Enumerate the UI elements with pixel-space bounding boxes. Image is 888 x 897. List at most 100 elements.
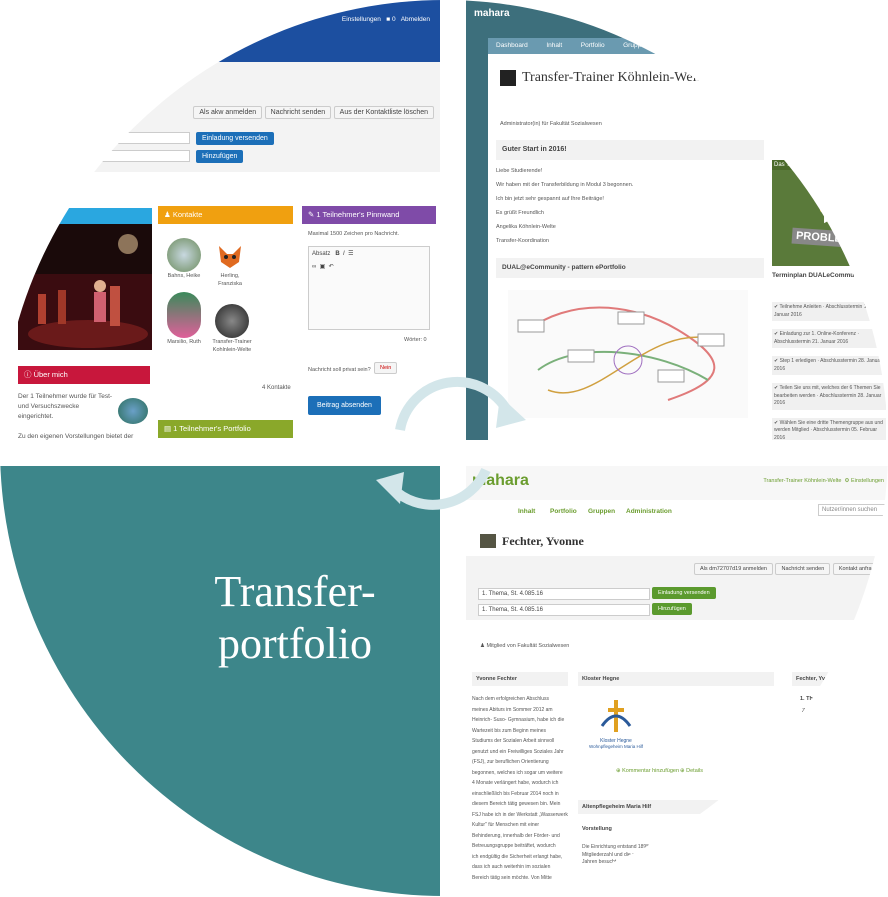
profile-screenshot-top-left: Einstellungen ■ 0 Abmelden Als akw anmel… <box>0 0 440 440</box>
undo-icon[interactable]: ↶ <box>329 264 334 270</box>
invite-button[interactable]: Einladung versenden <box>196 132 274 145</box>
post-body: Liebe Studierende! Wir haben mit der Tra… <box>496 168 634 244</box>
image-icon[interactable]: ▣ <box>320 264 326 270</box>
user-link[interactable]: Transfer-Trainer Köhnlein-Welte <box>763 478 841 484</box>
user-name: Fechter, Yvonne <box>502 534 584 548</box>
dashboard-screenshot-top-right: mahara Dashboard Inhalt Portfolio Gruppe… <box>466 0 888 440</box>
nav-dashboard[interactable]: Dashboard <box>488 38 536 53</box>
group-select-2[interactable]: 1. Thema, St. 4.085.16 <box>478 604 650 616</box>
add-button[interactable]: Hinzufügen <box>652 603 692 615</box>
details-link[interactable]: ⊕ Details <box>680 768 703 774</box>
list-icon[interactable]: ☰ <box>348 251 353 257</box>
pinwall-editor[interactable]: Absatz B I ☰ ∞ ▣ ↶ <box>308 246 430 330</box>
fox-avatar <box>213 238 247 272</box>
title-line-2: portfolio <box>218 619 372 668</box>
video-title: n Einer <box>32 230 55 237</box>
nav-portfolio[interactable]: Portfolio <box>550 508 577 515</box>
add-button[interactable]: Hinzufügen <box>196 150 244 163</box>
title-line-1: Transfer- <box>214 567 376 616</box>
col3-title: Fechter, Yvonne' <box>792 672 888 686</box>
private-label: Nachricht soll privat sein? <box>308 367 371 373</box>
post-button[interactable]: Beitrag absenden <box>308 396 381 415</box>
col3-item[interactable]: 1. Thema, St. <box>800 696 834 702</box>
group-select-1[interactable] <box>60 132 190 144</box>
col2-subheading: Vorstellung <box>582 826 612 832</box>
video-player[interactable]: n Einer <box>18 224 152 350</box>
play-icon[interactable]: ▶ <box>824 214 831 225</box>
pinwall-bar: ✎ 1 Teilnehmer's Pinnwand <box>302 206 436 224</box>
person-figure <box>820 182 840 212</box>
contact-item[interactable]: Marsilio, Ruth <box>164 292 204 346</box>
send-message-button[interactable]: Nachricht senden <box>264 106 332 119</box>
settings-link[interactable]: Einstellungen <box>342 16 381 23</box>
nav-groups[interactable]: Gruppen <box>615 38 656 53</box>
bold-icon[interactable]: B <box>335 251 339 257</box>
avatar <box>215 304 249 338</box>
avatar <box>167 292 201 338</box>
request-contact-button[interactable]: Kontakt anfragen <box>832 563 887 575</box>
italic-icon[interactable]: I <box>343 251 345 257</box>
login-as-button[interactable]: Als dm72707d19 anmelden <box>694 563 773 575</box>
settings-link[interactable]: Einstellungen <box>851 478 884 484</box>
about-text: Der 1 Teilnehmer wurde für Test- und Ver… <box>18 393 113 420</box>
schedule-item[interactable]: ✔ Teilnehme Anleiten · Abschlusstermin 1… <box>772 302 886 321</box>
title-quadrant: Transfer- portfolio <box>0 466 440 897</box>
contacts-grid: Bahns, Heike Herling, Franziska Marsilio… <box>162 236 292 376</box>
dashboard-body: Transfer-Trainer Köhnlein-Welte Administ… <box>488 54 888 440</box>
user-search-input[interactable]: Nutzer/innen suchen <box>818 504 888 516</box>
schedule-item[interactable]: ✔ Einladung zur 1. Online-Konferenz · Ab… <box>772 329 886 348</box>
external-video[interactable]: Das Transferportfolio ▶ PROBLEME <box>772 160 888 266</box>
col2-subtitle: Altenpflegeheim Maria Hilf <box>578 800 774 814</box>
schedule-item[interactable]: ✔ Wählen Sie eine dritte Themengruppe au… <box>772 417 886 440</box>
comment-link[interactable]: ⊕ Kommentar hinzufügen <box>616 768 679 774</box>
nav-portfolio[interactable]: Portfolio <box>573 38 613 53</box>
user-avatar <box>500 70 516 86</box>
check-icon: ✔ <box>802 729 808 736</box>
action-panel: Als dm72707d19 anmelden Nachricht senden… <box>466 556 888 620</box>
header-bar: Einstellungen ■ 0 Abmelden <box>0 0 440 62</box>
page-title: Transfer-Trainer Köhnlein-Welte <box>522 70 707 85</box>
contact-item[interactable]: Transfer-Trainer Kohlnlein-Welte <box>210 304 254 355</box>
nav-administration[interactable]: Administration <box>626 508 672 515</box>
logout-link[interactable]: Abmelden <box>401 16 430 23</box>
invite-button[interactable]: Einladung versenden <box>652 587 716 599</box>
main-nav: Inhalt Portfolio Gruppen Administration … <box>466 504 888 520</box>
video-side-title: Externes Video <box>772 140 823 147</box>
about-text-2: Zu den eigenen Vorstellungen bietet der … <box>18 433 134 440</box>
collage: Einstellungen ■ 0 Abmelden Als akw anmel… <box>0 0 888 897</box>
contact-item[interactable]: Herling, Franziska <box>210 238 250 289</box>
col3-sub: Zweiter <box>802 708 819 714</box>
action-panel: Als akw anmelden Nachricht senden Aus de… <box>0 62 440 172</box>
send-message-button[interactable]: Nachricht senden <box>775 563 831 575</box>
group-select-1[interactable]: 1. Thema, St. 4.085.16 <box>478 588 650 600</box>
member-line: ♟ Mitglied von Fakultät Sozialwesen <box>480 643 570 649</box>
pinwall-hint: Maximal 1500 Zeichen pro Nachricht. <box>308 231 400 237</box>
top-header: mahara Transfer-Trainer Köhnlein-Welte ⚙… <box>466 466 888 500</box>
schedule-item[interactable]: ✔ Step 1 erledigen · Abschlusstermin 28.… <box>772 356 886 375</box>
teal-quarter-circle <box>0 466 440 897</box>
stage-scene-image <box>18 234 152 350</box>
contact-item[interactable]: Bahns, Heike <box>164 238 204 280</box>
group-select-2[interactable] <box>60 150 190 162</box>
format-select[interactable]: Absatz <box>312 251 330 257</box>
nav-groups[interactable]: Gruppen <box>588 508 615 515</box>
private-toggle[interactable]: Nein <box>374 362 398 374</box>
col1-text: Nach dem erfolgreichen Abschluss meines A… <box>472 696 568 881</box>
nav-content[interactable]: Inhalt <box>518 508 535 515</box>
contacts-bar: ♟ Kontakte <box>158 206 293 224</box>
col2-title: Kloster Hegne <box>578 672 774 686</box>
remove-contact-button[interactable]: Aus der Kontaktliste löschen <box>333 106 434 119</box>
post-title: Guter Start in 2016! <box>496 140 764 160</box>
mahara-logo: mahara <box>472 472 529 489</box>
col2-text: Die Einrichtung entstand 1895 aus der Mi… <box>582 844 672 865</box>
nav-content[interactable]: Inhalt <box>538 38 570 53</box>
video-header <box>18 208 152 224</box>
link-icon[interactable]: ∞ <box>312 264 316 270</box>
contacts-count: 4 Kontakte <box>262 385 291 391</box>
login-as-button[interactable]: Als akw anmelden <box>193 106 263 119</box>
schedule-item[interactable]: ✔ Teilen Sie uns mit, welches der 6 Them… <box>772 383 886 410</box>
about-bar: ⓘ Über mich <box>18 366 150 384</box>
flow-diagram-image <box>508 290 748 418</box>
word-count: Wörter: 0 <box>404 337 427 343</box>
kloster-logo: Kloster Hegne Wohnpflegeheim Maria Hilf <box>586 696 646 749</box>
